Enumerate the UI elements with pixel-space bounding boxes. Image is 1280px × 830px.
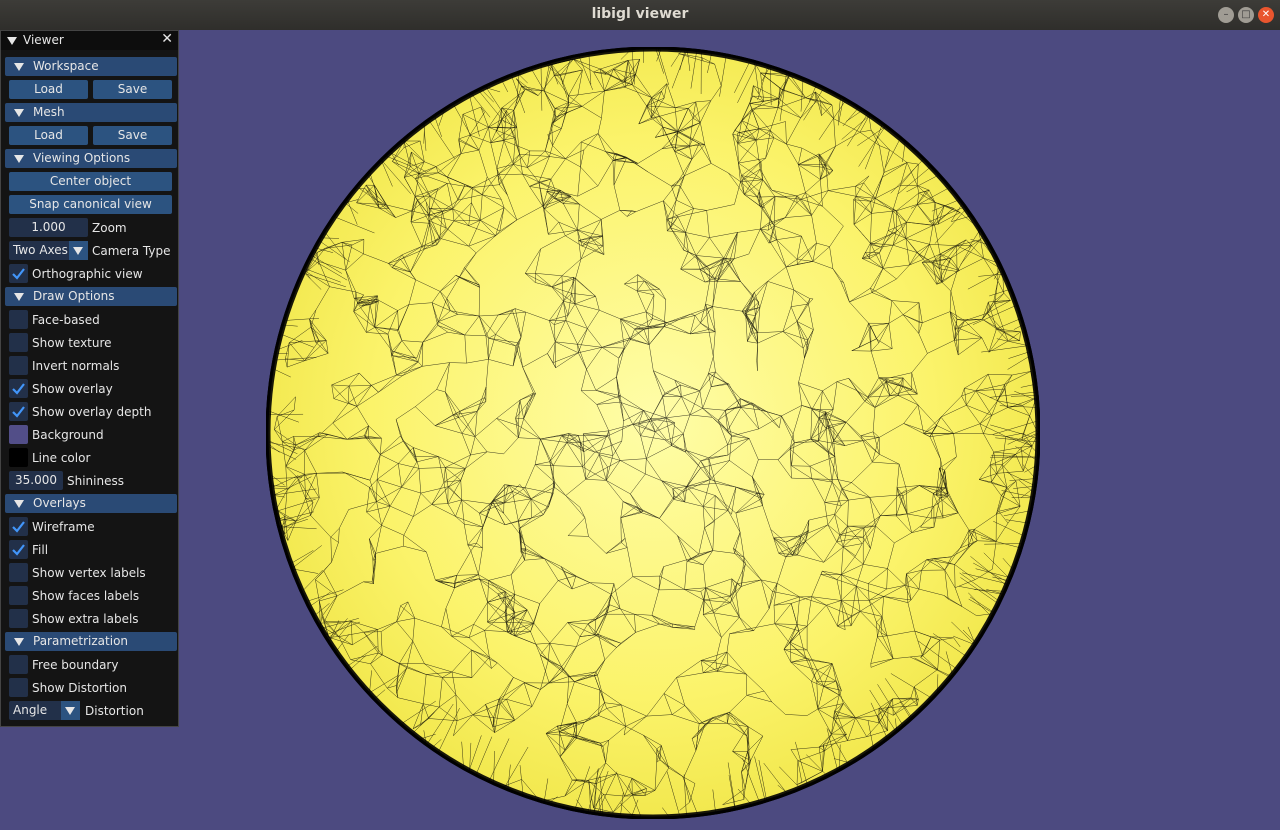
show-texture-checkbox[interactable] [9,333,28,352]
section-workspace[interactable]: Workspace [5,57,177,76]
snap-canonical-view-button[interactable]: Snap canonical view [9,195,172,214]
section-draw-label: Draw Options [33,289,115,303]
show-extra-labels-label: Show extra labels [32,612,139,626]
collapse-triangle-icon[interactable] [7,37,17,45]
free-boundary-checkbox[interactable] [9,655,28,674]
checkmark-icon [12,383,25,395]
camera-type-label: Camera Type [92,244,171,258]
fill-label: Fill [32,543,49,557]
face-based-checkbox[interactable] [9,310,28,329]
camera-type-select[interactable]: Two Axes [9,241,88,260]
center-object-button[interactable]: Center object [9,172,172,191]
invert-normals-checkbox[interactable] [9,356,28,375]
panel-header[interactable]: Viewer ✕ [1,31,178,50]
distortion-select[interactable]: Angle [9,701,80,720]
workspace-save-button[interactable]: Save [93,80,172,99]
show-overlay-label: Show overlay [32,382,113,396]
show-vertex-labels-label: Show vertex labels [32,566,146,580]
expand-triangle-icon [14,638,24,646]
background-label: Background [32,428,104,442]
chevron-down-icon[interactable] [69,241,88,260]
expand-triangle-icon [14,109,24,117]
show-texture-label: Show texture [32,336,112,350]
section-parametrization[interactable]: Parametrization [5,632,177,651]
expand-triangle-icon [14,293,24,301]
zoom-label: Zoom [92,221,127,235]
orthographic-view-checkbox[interactable] [9,264,28,283]
zoom-input[interactable]: 1.000 [9,218,88,237]
section-param-label: Parametrization [33,634,129,648]
checkmark-icon [12,268,25,280]
checkmark-icon [12,406,25,418]
title-bar: libigl viewer – □ ✕ [0,0,1280,30]
wireframe-label: Wireframe [32,520,95,534]
panel-title: Viewer [23,33,64,47]
face-based-label: Face-based [32,313,100,327]
mesh-save-button[interactable]: Save [93,126,172,145]
line-color-swatch[interactable] [9,448,28,467]
chevron-down-icon[interactable] [61,701,80,720]
window-title: libigl viewer [591,6,689,22]
expand-triangle-icon [14,63,24,71]
distortion-value: Angle [13,703,48,717]
show-overlay-depth-label: Show overlay depth [32,405,152,419]
show-faces-labels-checkbox[interactable] [9,586,28,605]
fill-checkbox[interactable] [9,540,28,559]
section-overlays[interactable]: Overlays [5,494,177,513]
show-distortion-checkbox[interactable] [9,678,28,697]
section-overlays-label: Overlays [33,496,86,510]
section-mesh[interactable]: Mesh [5,103,177,122]
expand-triangle-icon [14,155,24,163]
wireframe-checkbox[interactable] [9,517,28,536]
section-viewing-label: Viewing Options [33,151,131,165]
camera-type-value: Two Axes [13,243,68,257]
show-distortion-label: Show Distortion [32,681,127,695]
show-vertex-labels-checkbox[interactable] [9,563,28,582]
close-window-button[interactable]: ✕ [1258,7,1274,23]
distortion-label: Distortion [85,704,144,718]
line-color-label: Line color [32,451,91,465]
background-color-swatch[interactable] [9,425,28,444]
show-extra-labels-checkbox[interactable] [9,609,28,628]
section-draw-options[interactable]: Draw Options [5,287,177,306]
section-mesh-label: Mesh [33,105,65,119]
section-viewing-options[interactable]: Viewing Options [5,149,177,168]
shininess-input[interactable]: 35.000 [9,471,63,490]
minimize-button[interactable]: – [1218,7,1234,23]
workspace-load-button[interactable]: Load [9,80,88,99]
checkmark-icon [12,521,25,533]
mesh-sphere[interactable] [266,47,1040,819]
shininess-label: Shininess [67,474,124,488]
maximize-button[interactable]: □ [1238,7,1254,23]
expand-triangle-icon [14,500,24,508]
invert-normals-label: Invert normals [32,359,120,373]
section-workspace-label: Workspace [33,59,99,73]
viewer-panel: Viewer ✕ Workspace Load Save Mesh Load S… [0,30,179,727]
free-boundary-label: Free boundary [32,658,119,672]
mesh-load-button[interactable]: Load [9,126,88,145]
show-overlay-checkbox[interactable] [9,379,28,398]
orthographic-view-label: Orthographic view [32,267,143,281]
checkmark-icon [12,544,25,556]
close-icon[interactable]: ✕ [161,31,173,47]
show-faces-labels-label: Show faces labels [32,589,140,603]
show-overlay-depth-checkbox[interactable] [9,402,28,421]
